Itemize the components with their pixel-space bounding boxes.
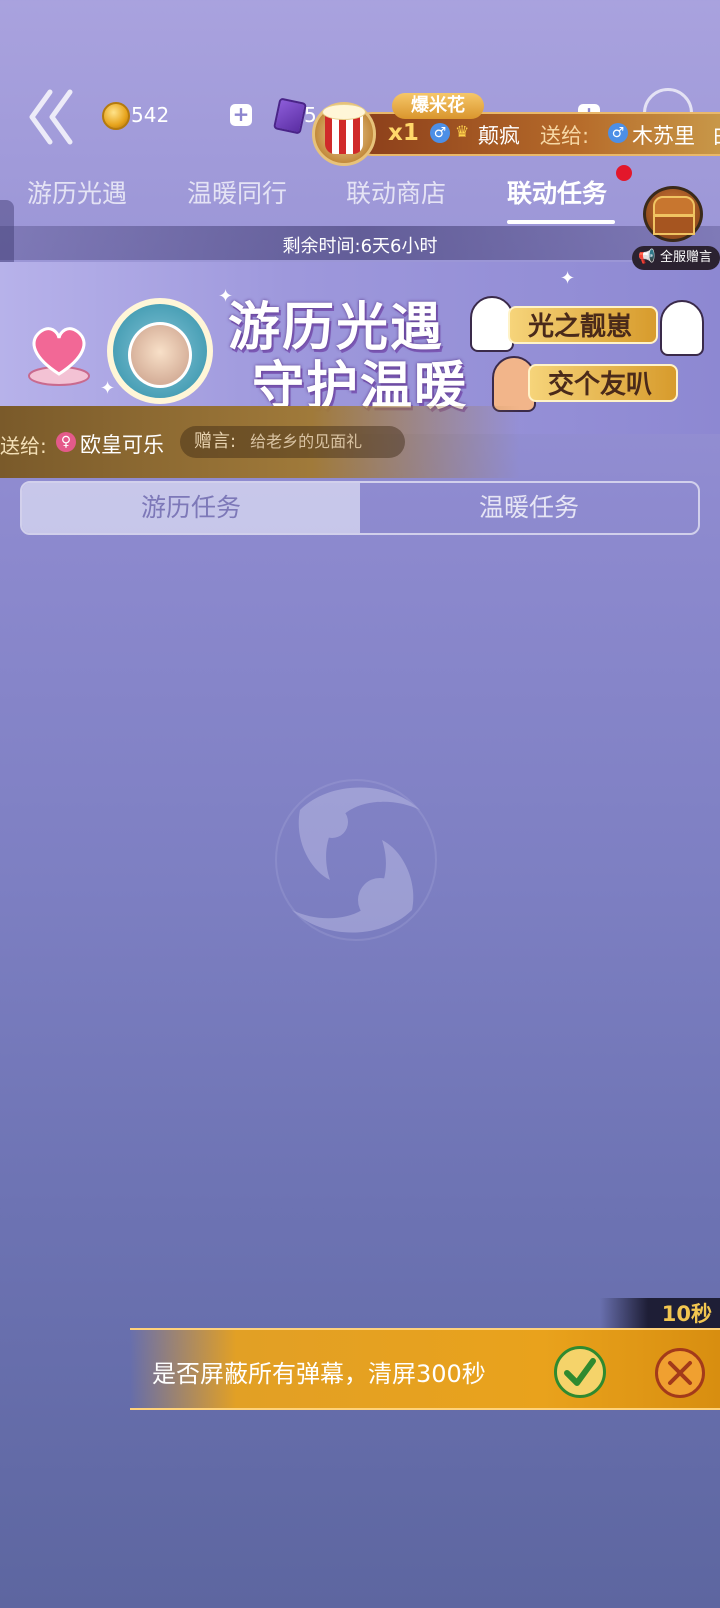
- game-logo-icon: [275, 779, 437, 941]
- receiver-name-overflow: 白: [712, 120, 720, 150]
- check-icon: [564, 1358, 596, 1386]
- tag-make-friends: 交个友叭: [528, 364, 678, 402]
- close-icon: [668, 1361, 692, 1385]
- segment-warm-tasks[interactable]: 温暖任务: [360, 483, 698, 533]
- tab-travel-encounter[interactable]: 游历光遇: [27, 174, 127, 210]
- character-icon: [660, 300, 704, 356]
- confirm-button[interactable]: [554, 1346, 606, 1398]
- popcorn-top-icon: [322, 104, 366, 120]
- gift-message: 赠言: 给老乡的见面礼: [180, 426, 405, 458]
- double-chevron-left-icon: [29, 89, 73, 145]
- sender-name: 颠疯: [478, 124, 520, 148]
- chest-body-icon: [653, 215, 695, 235]
- coin-icon: [102, 102, 130, 130]
- send-to-label: 送给:: [540, 124, 590, 148]
- gift-name-tag: 爆米花: [392, 93, 484, 119]
- remaining-time: 剩余时间:6天6小时: [282, 236, 438, 257]
- task-segment-control: 游历任务 温暖任务: [20, 481, 700, 535]
- tab-warm-companion[interactable]: 温暖同行: [187, 174, 287, 210]
- active-tab-indicator: [507, 220, 615, 224]
- receiver-name: 欧皇可乐: [80, 433, 164, 457]
- add-coin-button[interactable]: +: [230, 104, 252, 126]
- tag-light-cute: 光之靓崽: [508, 306, 658, 344]
- chest-icon: [653, 196, 695, 216]
- send-to-label: 送给:: [0, 434, 47, 458]
- notification-dot: [616, 165, 632, 181]
- gift-quantity: x1: [388, 120, 419, 146]
- prompt-text: 是否屏蔽所有弹幕，清屏300秒: [152, 1360, 486, 1388]
- tab-collab-tasks[interactable]: 联动任务: [507, 174, 607, 210]
- message-text: 给老乡的见面礼: [250, 432, 363, 451]
- countdown: 10秒: [600, 1298, 720, 1330]
- tab-collab-shop[interactable]: 联动商店: [346, 174, 446, 210]
- heart-icon: [28, 327, 90, 386]
- back-button[interactable]: [28, 88, 76, 146]
- receiver-name: 木苏里: [632, 124, 695, 148]
- character-avatar: [128, 322, 192, 388]
- male-icon: ♂: [608, 123, 628, 143]
- sparkle-icon: ✦: [560, 268, 576, 289]
- sparkle-icon: ✦: [100, 378, 116, 399]
- crown-icon: ♛: [455, 122, 470, 141]
- cancel-button[interactable]: [655, 1348, 705, 1398]
- segment-travel-tasks[interactable]: 游历任务: [22, 483, 360, 533]
- megaphone-icon: 📢: [638, 249, 656, 265]
- female-icon: ♀: [56, 432, 76, 452]
- male-icon: ♂: [430, 123, 450, 143]
- ticket-icon: [272, 97, 308, 135]
- coin-count: 542: [131, 103, 170, 127]
- message-label: 赠言:: [194, 431, 237, 452]
